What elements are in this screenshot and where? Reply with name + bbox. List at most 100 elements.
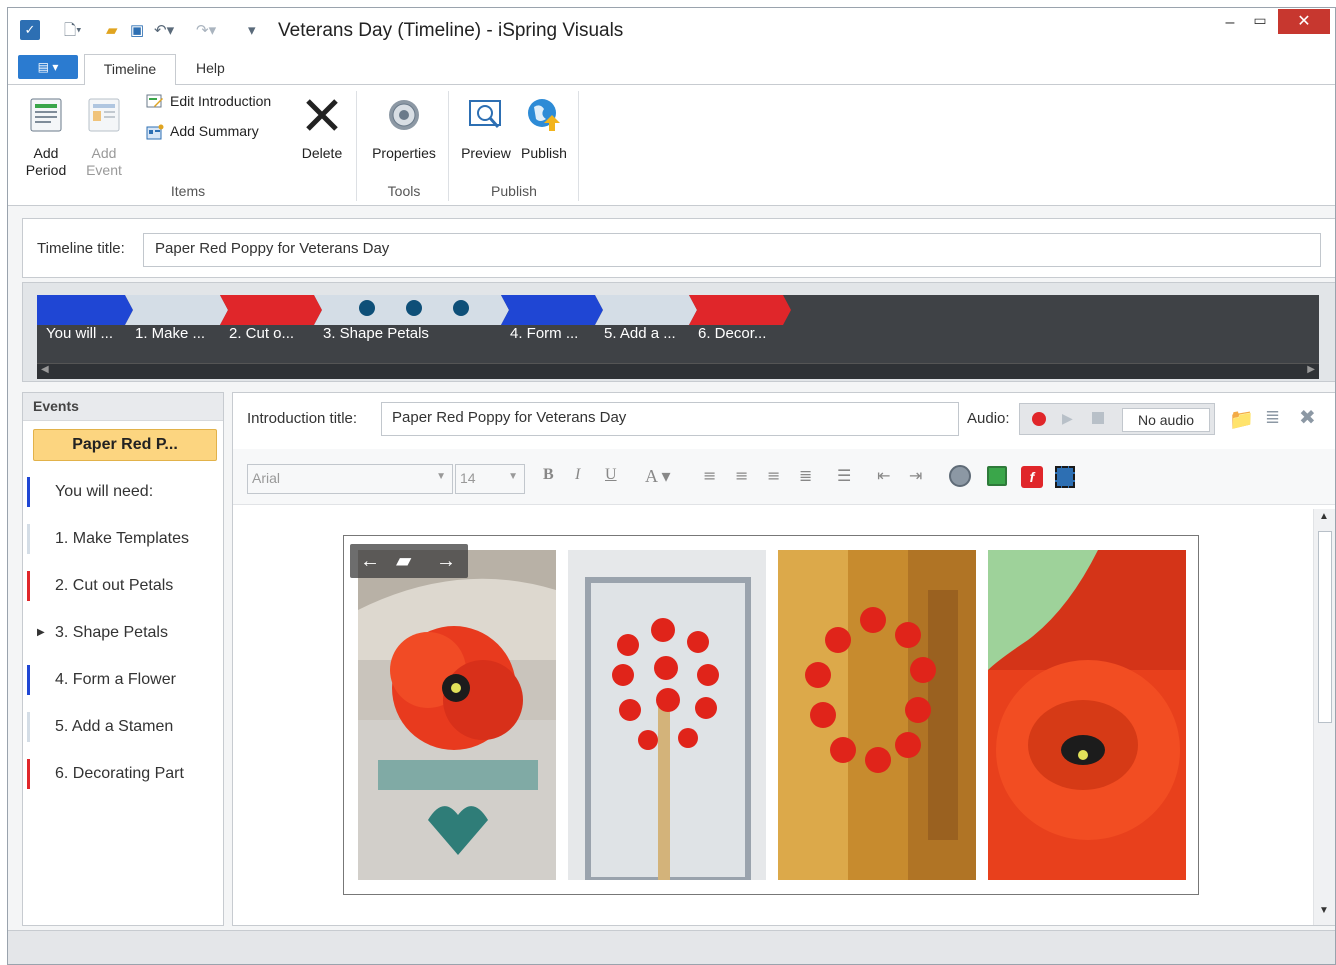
import-audio-icon[interactable]: 📁 (1229, 407, 1254, 432)
add-event-button[interactable]: Add Event (78, 97, 130, 179)
text-color-icon[interactable]: A ▾ (645, 466, 671, 487)
event-item-form-a-flower[interactable]: 4. Form a Flower (27, 663, 217, 697)
timeline-segment-4[interactable]: 4. Form ... (510, 325, 596, 342)
timeline-segment-1[interactable]: 1. Make ... (135, 325, 221, 342)
publish-button[interactable]: Publish (516, 97, 572, 162)
content-canvas[interactable]: ← ▰ → (233, 509, 1313, 925)
align-center-icon[interactable]: ≡ (735, 466, 748, 485)
open-folder-icon[interactable]: ▰ (396, 544, 411, 578)
event-label: 6. Decorating Part (55, 765, 184, 782)
timeline-scrollbar[interactable]: ◀ ▶ (37, 363, 1319, 379)
slideshow-nav: ← ▰ → (350, 544, 468, 578)
insert-flash-icon[interactable]: f (1021, 466, 1043, 488)
customize-toolbar-icon[interactable]: ▾ (248, 22, 256, 40)
bold-icon[interactable]: B (543, 466, 554, 484)
close-button[interactable]: ✕ (1278, 9, 1330, 34)
indent-increase-icon[interactable]: ⇥ (909, 466, 922, 485)
scroll-left-icon[interactable]: ◀ (41, 364, 49, 375)
arrow-left-icon[interactable]: ← (360, 544, 380, 578)
gear-icon (389, 100, 419, 130)
notes-icon[interactable]: ≣ (1265, 407, 1280, 428)
font-family-select[interactable]: Arial ▼ (247, 464, 453, 494)
scroll-thumb[interactable] (1318, 531, 1332, 723)
segment-arrow-0 (37, 295, 133, 325)
event-item-you-will-need[interactable]: You will need: (27, 475, 217, 509)
minimize-button[interactable]: – (1218, 14, 1242, 34)
timeline-segment-2[interactable]: 2. Cut o... (229, 325, 315, 342)
justify-icon[interactable]: ≣ (799, 466, 812, 485)
expand-arrow-icon[interactable]: ▶ (37, 616, 45, 650)
stop-icon[interactable] (1092, 412, 1104, 424)
font-size-select[interactable]: 14 ▼ (455, 464, 525, 494)
add-event-label-2: Event (86, 162, 122, 178)
timeline-segment-0[interactable]: You will ... (46, 325, 128, 342)
photo-sweater-poppy (358, 550, 556, 880)
indent-decrease-icon[interactable]: ⇤ (877, 466, 890, 485)
delete-icon (306, 99, 338, 131)
add-period-label-2: Period (25, 162, 67, 178)
arrow-right-icon[interactable]: → (436, 544, 456, 578)
undo-icon[interactable]: ↶▾ (154, 22, 174, 40)
insert-video-icon[interactable] (1055, 466, 1075, 488)
maximize-button[interactable]: ▭ (1248, 12, 1272, 32)
group-label-publish: Publish (491, 183, 537, 199)
italic-icon[interactable]: I (575, 466, 580, 484)
event-item-add-a-stamen[interactable]: 5. Add a Stamen (27, 710, 217, 744)
window-title: Veterans Day (Timeline) - iSpring Visual… (278, 20, 624, 41)
timeline-title-label: Timeline title: (37, 240, 125, 257)
preview-button[interactable]: Preview (458, 97, 514, 162)
add-period-label-1: Add (33, 145, 59, 161)
add-summary-button[interactable]: Add Summary (146, 123, 259, 140)
segment-arrow-2 (220, 295, 322, 325)
event-item-cut-out-petals[interactable]: 2. Cut out Petals (27, 569, 217, 603)
event-color-bar (27, 524, 30, 554)
events-header: Events (23, 393, 223, 421)
align-right-icon[interactable]: ≡ (767, 466, 780, 485)
timeline-segment-3[interactable]: 3. Shape Petals (323, 325, 503, 342)
event-label: 1. Make Templates (55, 530, 189, 547)
save-icon[interactable]: ▣ (130, 22, 144, 40)
event-color-bar (27, 759, 30, 789)
add-period-button[interactable]: Add Period (20, 97, 72, 179)
close-icon[interactable]: ✖ (1299, 405, 1316, 430)
bullet-list-icon[interactable]: ☰ (837, 466, 851, 485)
photo-slideshow[interactable]: ← ▰ → (343, 535, 1199, 895)
add-event-icon (88, 98, 120, 132)
event-item-shape-petals[interactable]: ▶ 3. Shape Petals (27, 616, 217, 650)
event-item-selected[interactable]: Paper Red P... (33, 429, 217, 461)
redo-icon[interactable]: ↷▾ (196, 22, 216, 40)
timeline-segment-6[interactable]: 6. Decor... (698, 325, 784, 342)
preview-icon (469, 100, 501, 128)
properties-button[interactable]: Properties (366, 97, 442, 162)
hyperlink-icon[interactable] (949, 465, 971, 487)
align-left-icon[interactable]: ≡ (703, 466, 716, 485)
open-folder-icon[interactable]: ▰ (106, 22, 118, 40)
editor-scrollbar[interactable]: ▲ ▼ (1313, 509, 1335, 925)
event-item-make-templates[interactable]: 1. Make Templates (27, 522, 217, 556)
file-menu-button[interactable]: ▤ ▾ (18, 55, 78, 79)
edit-introduction-button[interactable]: Edit Introduction (146, 93, 271, 110)
tab-help[interactable]: Help (186, 54, 235, 84)
new-file-icon[interactable]: 🗋▾ (64, 22, 82, 40)
delete-button[interactable]: Delete (292, 97, 352, 162)
ribbon-tab-bar: ▤ ▾ Timeline Help (8, 54, 1335, 85)
introduction-title-input[interactable]: Paper Red Poppy for Veterans Day (381, 402, 959, 436)
record-icon[interactable] (1032, 412, 1046, 426)
timeline-title-input[interactable]: Paper Red Poppy for Veterans Day (143, 233, 1321, 267)
play-icon[interactable]: ▶ (1062, 410, 1073, 427)
underline-icon[interactable]: U (605, 466, 617, 484)
scroll-down-icon[interactable]: ▼ (1319, 905, 1329, 916)
timeline-strip-container: You will ... 1. Make ... 2. Cut o... 3. … (22, 282, 1335, 382)
event-item-decorating-part[interactable]: 6. Decorating Part (27, 757, 217, 791)
scroll-up-icon[interactable]: ▲ (1319, 511, 1329, 522)
event-color-bar (27, 712, 30, 742)
app-logo-icon[interactable]: ✓ (20, 20, 40, 40)
scroll-right-icon[interactable]: ▶ (1307, 364, 1315, 375)
segment-arrow-5 (595, 295, 697, 325)
editor-panel: Introduction title: Paper Red Poppy for … (232, 392, 1335, 926)
tab-timeline[interactable]: Timeline (84, 54, 176, 85)
substep-dot (359, 300, 375, 316)
insert-image-icon[interactable] (987, 466, 1007, 486)
timeline-segment-5[interactable]: 5. Add a ... (604, 325, 690, 342)
properties-label: Properties (372, 145, 436, 161)
